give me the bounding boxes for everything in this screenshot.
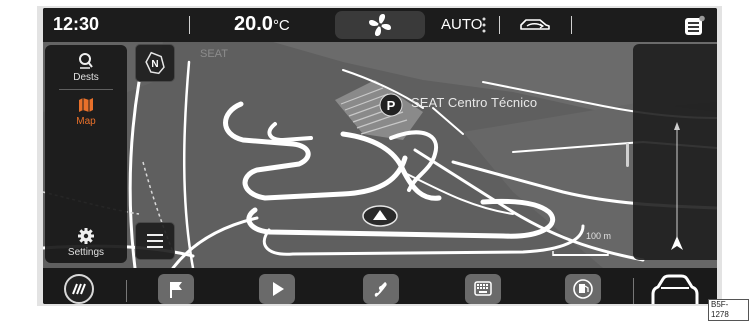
image-code-label: B5F-1278 (708, 299, 749, 321)
status-bar: 12:30 20.0°C AUTO (43, 8, 717, 42)
compass-letter: N (151, 59, 158, 70)
compass-button[interactable]: N (135, 44, 175, 82)
map-icon (79, 98, 93, 112)
parking-poi-icon[interactable]: P (378, 92, 404, 118)
panel-handle[interactable] (626, 143, 629, 167)
hamburger-icon (147, 234, 163, 248)
fuel-icon (573, 279, 593, 299)
phone-icon (374, 282, 387, 297)
car-icon[interactable] (649, 274, 701, 304)
play-icon (273, 282, 284, 296)
sidebar-item-settings[interactable]: Settings (45, 227, 127, 258)
vertical-dots-icon (482, 17, 486, 33)
climate-auto-button[interactable]: AUTO (441, 16, 482, 33)
fan-button[interactable] (335, 11, 425, 39)
poi-marker-letter: P (387, 98, 396, 113)
gear-icon (78, 228, 94, 244)
dock-destination-button[interactable] (158, 274, 194, 304)
destinations-icon (79, 53, 93, 69)
sidebar-item-map[interactable]: Map (45, 96, 127, 127)
flag-icon (170, 282, 182, 298)
vehicle-position-icon (362, 205, 398, 227)
fan-icon (369, 14, 391, 36)
dock-separator (126, 280, 127, 302)
status-separator (499, 16, 500, 34)
climate-icon[interactable] (62, 272, 96, 304)
right-panel[interactable] (633, 44, 717, 260)
sidebar-item-label: Map (76, 116, 96, 127)
sidebar-item-label: Dests (73, 72, 99, 83)
temperature-value: 20.0 (234, 13, 273, 35)
page-indicator (608, 298, 624, 304)
compass-icon: N (145, 51, 165, 75)
dock-media-button[interactable] (259, 274, 295, 304)
clock: 12:30 (53, 14, 100, 34)
bottom-dock (43, 268, 717, 304)
air-recirculation-icon[interactable] (518, 15, 552, 35)
map-area-label: SEAT (200, 48, 228, 60)
status-separator (571, 16, 572, 34)
map-scale-label: 100 m (586, 231, 612, 241)
notification-menu-icon[interactable] (684, 15, 706, 37)
sidebar-item-dests[interactable]: Dests (45, 52, 127, 83)
status-separator (189, 16, 190, 34)
poi-label[interactable]: SEAT Centro Técnico (411, 95, 537, 110)
temperature-display[interactable]: 20.0°C (234, 13, 290, 36)
temperature-unit: °C (272, 17, 290, 34)
sidebar-item-label: Settings (67, 247, 105, 258)
keyboard-icon (474, 281, 492, 296)
infotainment-screen: P SEAT Centro Técnico SEAT N 100 m Dests… (43, 8, 717, 304)
sidebar-divider (59, 89, 113, 90)
dock-keyboard-button[interactable] (465, 274, 501, 304)
dock-phone-button[interactable] (363, 274, 399, 304)
dock-separator (633, 278, 634, 304)
dock-fuel-button[interactable] (565, 274, 601, 304)
sidebar: Dests Map Settings (45, 45, 127, 263)
map-menu-button[interactable] (135, 222, 175, 260)
zoom-slider-icon[interactable] (633, 44, 717, 260)
